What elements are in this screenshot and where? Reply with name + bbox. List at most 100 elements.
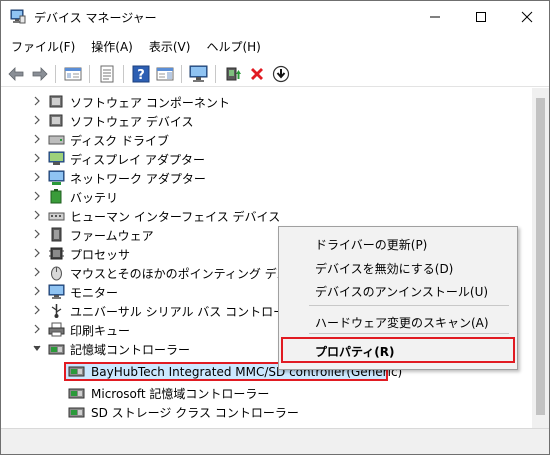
tree-item-label: ディスプレイ アダプター [70, 153, 205, 167]
tree-item-label: モニター [70, 286, 119, 300]
storage-controller-icon [48, 344, 65, 355]
tree-item-microsoft-storage-controller[interactable]: Microsoft 記憶域コントローラー [2, 383, 532, 402]
tree-item-batteries[interactable]: バッテリ [2, 187, 532, 206]
tree-item-label: Microsoft 記憶域コントローラー [91, 387, 270, 401]
uninstall-device-button[interactable] [247, 64, 267, 84]
tree-item-sd-storage-class-controller[interactable]: SD ストレージ クラス コントローラー [2, 402, 532, 421]
tree-item-display-adapters[interactable]: ディスプレイ アダプター [2, 149, 532, 168]
menu-view[interactable]: 表示(V) [149, 37, 191, 57]
scrollbar-thumb[interactable] [536, 98, 545, 415]
toolbar-separator [123, 65, 124, 83]
show-hide-console-tree-button[interactable] [63, 64, 83, 84]
hid-icon [48, 212, 65, 221]
toolbar-separator [215, 65, 216, 83]
tree-item-software-components[interactable]: ソフトウェア コンポーネント [2, 92, 532, 111]
chevron-right-icon[interactable] [32, 172, 42, 182]
help-toolbar-button[interactable]: ? [131, 64, 151, 84]
device-manager-window: デバイス マネージャー ファイル(F) 操作(A) 表示(V) ヘルプ(H) ?… [0, 0, 550, 455]
menu-action[interactable]: 操作(A) [91, 37, 133, 57]
chevron-right-icon[interactable] [32, 191, 42, 201]
tree-item-network-adapters[interactable]: ネットワーク アダプター [2, 168, 532, 187]
enable-device-button[interactable] [271, 64, 291, 84]
tree-item-label: ソフトウェア デバイス [70, 115, 194, 129]
minimize-icon [430, 16, 440, 17]
battery-icon [50, 189, 62, 204]
tree-item-label: バッテリ [70, 191, 119, 205]
action-pane-icon [156, 67, 174, 81]
status-bar [1, 428, 549, 454]
close-icon [521, 11, 533, 22]
scan-hardware-button[interactable] [189, 64, 209, 84]
properties-icon [100, 65, 114, 83]
chevron-right-icon[interactable] [32, 134, 42, 144]
tree-item-label: プロセッサ [70, 248, 131, 262]
context-menu-scan-hardware[interactable]: ハードウェア変更のスキャン(A) [315, 314, 489, 331]
chevron-right-icon[interactable] [32, 96, 42, 106]
software-component-icon [49, 95, 63, 108]
minimize-button[interactable] [412, 1, 458, 32]
tree-item-disk-drives[interactable]: ディスク ドライブ [2, 130, 532, 149]
chevron-right-icon[interactable] [32, 210, 42, 220]
chevron-right-icon[interactable] [32, 286, 42, 296]
menu-file[interactable]: ファイル(F) [11, 37, 75, 57]
firmware-icon [51, 227, 62, 242]
toolbar-separator [55, 65, 56, 83]
svg-text:?: ? [137, 68, 145, 83]
tree-item-label: 印刷キュー [70, 324, 131, 338]
processor-icon [49, 247, 64, 260]
update-driver-icon [226, 67, 241, 81]
device-manager-app-icon [10, 9, 26, 24]
tree-item-label: SD ストレージ クラス コントローラー [91, 406, 299, 420]
context-menu-separator [309, 333, 509, 334]
tree-item-label: ユニバーサル シリアル バス コントローラー [70, 305, 310, 319]
tree-item-label: ヒューマン インターフェイス デバイス [70, 210, 281, 224]
vertical-scrollbar[interactable] [532, 88, 549, 428]
forward-button[interactable] [30, 64, 50, 84]
network-adapter-icon [48, 170, 65, 185]
tree-item-label: ネットワーク アダプター [70, 172, 206, 186]
down-arrow-circle-icon [272, 65, 290, 83]
tree-item-label: マウスとそのほかのポインティング デバイス [70, 267, 313, 281]
chevron-down-icon[interactable] [32, 343, 42, 353]
chevron-right-icon[interactable] [32, 305, 42, 315]
properties-toolbar-button[interactable] [97, 64, 117, 84]
tree-item-label: ソフトウェア コンポーネント [70, 96, 230, 110]
tree-item-human-interface-devices[interactable]: ヒューマン インターフェイス デバイス [2, 206, 532, 225]
tree-item-label: ファームウェア [70, 229, 154, 243]
chevron-right-icon[interactable] [32, 324, 42, 334]
back-button[interactable] [6, 64, 26, 84]
red-x-icon [251, 68, 263, 80]
display-adapter-icon [48, 151, 65, 165]
tree-item-label: 記憶域コントローラー [70, 343, 191, 357]
show-hide-action-pane-button[interactable] [155, 64, 175, 84]
tree-item-label: ディスク ドライブ [70, 134, 169, 148]
chevron-right-icon[interactable] [32, 248, 42, 258]
printer-icon [48, 322, 65, 337]
storage-controller-icon [68, 366, 85, 377]
title-bar: デバイス マネージャー [1, 1, 549, 32]
close-button[interactable] [504, 1, 550, 32]
update-driver-button[interactable] [223, 64, 243, 84]
menu-help[interactable]: ヘルプ(H) [206, 37, 260, 57]
chevron-right-icon[interactable] [32, 267, 42, 277]
window-title: デバイス マネージャー [34, 11, 157, 25]
chevron-right-icon[interactable] [32, 153, 42, 163]
toolbar-separator [181, 65, 182, 83]
storage-controller-icon [68, 388, 85, 399]
usb-icon [51, 304, 62, 318]
mouse-icon [51, 266, 62, 281]
maximize-icon [476, 11, 486, 22]
tree-item-software-devices[interactable]: ソフトウェア デバイス [2, 111, 532, 130]
scan-monitor-icon [189, 65, 208, 82]
toolbar-separator [89, 65, 90, 83]
context-menu-uninstall-device[interactable]: デバイスのアンインストール(U) [315, 283, 488, 300]
maximize-button[interactable] [458, 1, 504, 32]
context-menu-separator [309, 305, 509, 306]
context-menu-update-driver[interactable]: ドライバーの更新(P) [315, 236, 427, 253]
context-menu-properties[interactable]: プロパティ(R) [315, 343, 395, 360]
chevron-right-icon[interactable] [32, 115, 42, 125]
monitor-icon [48, 284, 65, 299]
forward-arrow-icon [32, 67, 48, 81]
chevron-right-icon[interactable] [32, 229, 42, 239]
context-menu-disable-device[interactable]: デバイスを無効にする(D) [315, 260, 453, 277]
